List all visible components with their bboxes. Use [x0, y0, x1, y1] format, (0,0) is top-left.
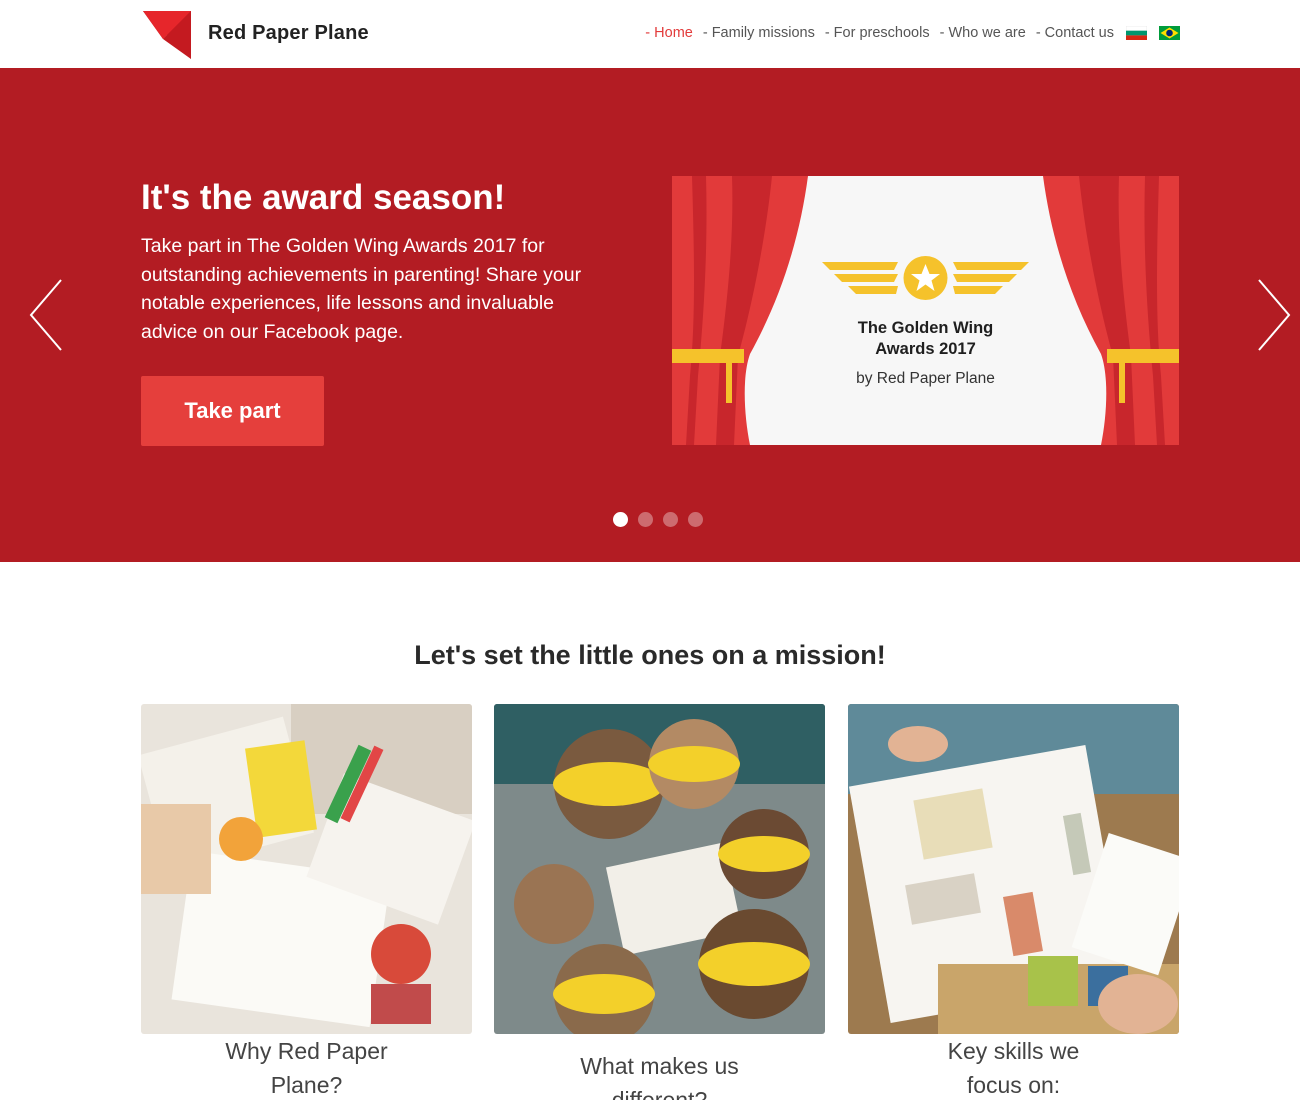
nav-home[interactable]: - Home: [645, 25, 693, 41]
nav-family-missions[interactable]: - Family missions: [703, 25, 815, 41]
mission-caption-skills[interactable]: Key skills we focus on:: [848, 1034, 1179, 1100]
main-nav: - Home - Family missions - For preschool…: [645, 25, 1180, 41]
golden-wing-awards-image: The Golden Wing Awards 2017 by Red Paper…: [672, 176, 1179, 445]
nav-who-we-are[interactable]: - Who we are: [940, 25, 1026, 41]
stage-curtains-illustration: [672, 176, 1179, 445]
nav-contact-us[interactable]: - Contact us: [1036, 25, 1114, 41]
take-part-button[interactable]: Take part: [141, 376, 324, 446]
hero-title: It's the award season!: [141, 178, 506, 217]
slider-next-arrow-icon[interactable]: [1256, 278, 1292, 352]
mission-card-image-crafts[interactable]: [141, 704, 472, 1034]
slider-dot-2[interactable]: [638, 512, 653, 527]
crafts-table-photo: [141, 704, 472, 1034]
popup-book-photo: [848, 704, 1179, 1034]
slider-prev-arrow-icon[interactable]: [28, 278, 64, 352]
hero-description: Take part in The Golden Wing Awards 2017…: [141, 235, 582, 343]
site-header: Red Paper Plane - Home - Family missions…: [0, 0, 1300, 68]
mission-card-image-kids[interactable]: [494, 704, 825, 1034]
slider-dot-3[interactable]: [663, 512, 678, 527]
award-title: The Golden Wing Awards 2017: [857, 319, 994, 358]
mission-card-image-book[interactable]: [848, 704, 1179, 1034]
brand-name[interactable]: Red Paper Plane: [208, 22, 369, 45]
bulgaria-flag-icon[interactable]: [1126, 26, 1147, 40]
brazil-flag-icon[interactable]: [1159, 26, 1180, 40]
mission-caption-why[interactable]: Why Red Paper Plane?: [141, 1034, 472, 1100]
missions-heading: Let's set the little ones on a mission!: [414, 640, 886, 670]
nav-for-preschools[interactable]: - For preschools: [825, 25, 930, 41]
kids-headbands-photo: [494, 704, 825, 1034]
slider-dot-4[interactable]: [688, 512, 703, 527]
award-byline: by Red Paper Plane: [856, 370, 995, 387]
hero-slider: It's the award season! Take part in The …: [0, 68, 1300, 562]
mission-caption-different[interactable]: What makes us different?: [494, 1049, 825, 1100]
red-paper-plane-logo[interactable]: [143, 11, 191, 59]
slider-dots: [613, 512, 703, 527]
slider-dot-1[interactable]: [613, 512, 628, 527]
